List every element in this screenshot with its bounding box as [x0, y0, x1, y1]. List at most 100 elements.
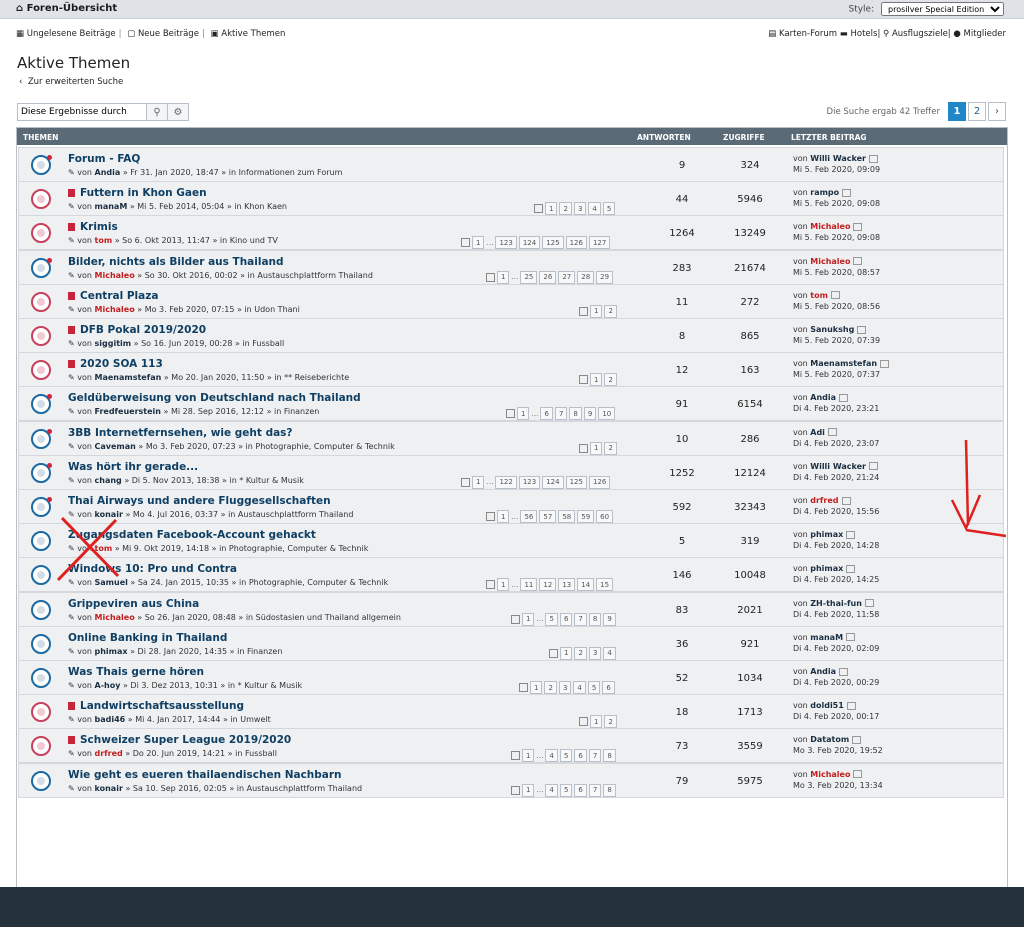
page-link[interactable]: 123	[518, 475, 541, 489]
table-row[interactable]: Grippeviren aus China ✎ von Michaleo » So…	[18, 591, 1004, 627]
page-link[interactable]: 1	[517, 407, 530, 421]
forum-link[interactable]: Austauschplattform Thailand	[247, 784, 362, 793]
page-link[interactable]: 122	[495, 475, 517, 489]
last-post-author-link[interactable]: Datatom	[810, 735, 849, 744]
page-link[interactable]: 1	[472, 236, 485, 250]
goto-post-icon[interactable]	[830, 291, 840, 300]
goto-post-icon[interactable]	[846, 564, 856, 573]
table-row[interactable]: Thai Airways und andere Fluggesellschaft…	[18, 489, 1004, 524]
page-link[interactable]: 1	[472, 475, 485, 489]
last-post-author-link[interactable]: phimax	[810, 530, 843, 539]
page-link[interactable]: 8	[588, 612, 602, 626]
forum-link[interactable]: Austauschplattform Thailand	[257, 271, 372, 280]
page-link[interactable]: 27	[558, 270, 576, 284]
page-link[interactable]: 28	[577, 270, 595, 284]
page-link[interactable]: 127	[588, 236, 611, 250]
page-link[interactable]: 6	[540, 407, 553, 421]
author-link[interactable]: Caveman	[95, 442, 136, 451]
forum-link[interactable]: Südostasien und Thailand allgemein	[256, 613, 401, 622]
next-page-icon[interactable]: ›	[988, 102, 1006, 121]
topic-title-link[interactable]: Grippeviren aus China	[68, 598, 199, 610]
last-post-author-link[interactable]: Willi Wacker	[810, 154, 866, 163]
table-row[interactable]: Online Banking in Thailand ✎ von phimax »…	[18, 625, 1004, 661]
forum-link[interactable]: * Kultur & Musik	[239, 476, 304, 485]
last-post-author-link[interactable]: Sanukshg	[810, 325, 854, 334]
goto-post-icon[interactable]	[852, 735, 862, 744]
topic-title-link[interactable]: Forum - FAQ	[68, 153, 140, 165]
topic-title-link[interactable]: Krimis	[68, 221, 118, 233]
author-link[interactable]: Michaleo	[95, 305, 135, 314]
page-link[interactable]: 4	[573, 681, 586, 694]
page-link[interactable]: 10	[598, 407, 616, 421]
page-link[interactable]: 13	[558, 578, 576, 592]
topic-title-link[interactable]: Landwirtschaftsausstellung	[68, 700, 244, 712]
page-link[interactable]: 2	[604, 373, 617, 387]
page-link[interactable]: 12	[539, 578, 557, 592]
page-link[interactable]: 1	[530, 681, 543, 694]
page-link[interactable]: 2	[604, 441, 617, 455]
last-post-author-link[interactable]: Andia	[810, 393, 836, 402]
goto-post-icon[interactable]	[853, 770, 863, 779]
table-row[interactable]: 2020 SOA 113 ✎ von Maenamstefan » Mo 20. …	[18, 352, 1004, 388]
author-link[interactable]: Maenamstefan	[95, 373, 162, 382]
page-link[interactable]: 1	[522, 749, 535, 763]
author-link[interactable]: konair	[95, 510, 123, 519]
forum-link[interactable]: Udon Thani	[254, 305, 300, 314]
topic-title-link[interactable]: Zugangsdaten Facebook-Account gehackt	[68, 529, 316, 541]
page-link[interactable]: 7	[574, 612, 587, 626]
goto-post-icon[interactable]	[842, 188, 852, 197]
last-post-author-link[interactable]: Michaleo	[810, 222, 850, 231]
page-link[interactable]: 11	[520, 578, 538, 592]
last-post-author-link[interactable]: Michaleo	[810, 770, 850, 779]
table-row[interactable]: Landwirtschaftsausstellung ✎ von badi46 »…	[18, 694, 1004, 730]
page-link[interactable]: 1	[590, 304, 603, 318]
author-link[interactable]: Michaleo	[95, 271, 135, 280]
page-link[interactable]: 5	[602, 202, 616, 216]
topic-title-link[interactable]: Geldüberweisung von Deutschland nach Tha…	[68, 392, 361, 404]
page-link[interactable]: 8	[603, 749, 616, 763]
page-link[interactable]: 25	[520, 270, 538, 284]
goto-post-icon[interactable]	[846, 530, 856, 539]
forum-link[interactable]: ** Reiseberichte	[284, 373, 349, 382]
page-link[interactable]: 126	[588, 475, 611, 489]
advanced-search-button[interactable]: ⚙	[168, 103, 189, 121]
author-link[interactable]: Samuel	[95, 578, 128, 587]
page-link[interactable]: 1	[590, 441, 603, 455]
topic-title-link[interactable]: Wie geht es eueren thailaendischen Nachb…	[68, 769, 342, 781]
page-link[interactable]: 56	[520, 510, 538, 523]
page-link[interactable]: 1	[497, 510, 510, 523]
forum-link[interactable]: Fussball	[245, 749, 277, 758]
map-forum-link[interactable]: ▤ Karten-Forum	[768, 29, 837, 39]
topic-title-link[interactable]: Was Thais gerne hören	[68, 666, 204, 678]
forum-link[interactable]: Informationen zum Forum	[239, 168, 343, 177]
goto-post-icon[interactable]	[868, 462, 878, 471]
author-link[interactable]: tom	[95, 236, 113, 245]
page-link[interactable]: 1	[545, 202, 558, 216]
page-link[interactable]: 5	[545, 612, 558, 626]
last-post-author-link[interactable]: Willi Wacker	[810, 462, 866, 471]
last-post-author-link[interactable]: doldi51	[810, 701, 844, 710]
page-link[interactable]: 59	[577, 510, 595, 523]
page-link[interactable]: 1	[560, 646, 573, 660]
page-link[interactable]: 1	[497, 270, 510, 284]
members-link[interactable]: ● Mitglieder	[953, 29, 1006, 39]
page-link[interactable]: 14	[577, 578, 595, 592]
topic-title-link[interactable]: Was hört ihr gerade...	[68, 461, 198, 473]
table-row[interactable]: Schweizer Super League 2019/2020 ✎ von dr…	[18, 728, 1004, 764]
forum-link[interactable]: Umwelt	[240, 715, 270, 724]
unread-posts-link[interactable]: ▦ Ungelesene Beiträge	[16, 29, 116, 39]
table-row[interactable]: DFB Pokal 2019/2020 ✎ von siggitim » So 1…	[18, 318, 1004, 353]
page-link[interactable]: 7	[588, 749, 602, 763]
home-link[interactable]: ⌂ Foren-Übersicht	[16, 3, 117, 14]
topic-title-link[interactable]: DFB Pokal 2019/2020	[68, 324, 206, 336]
page-link[interactable]: 4	[603, 646, 616, 660]
table-row[interactable]: Bilder, nichts als Bilder aus Thailand ✎ …	[18, 249, 1004, 285]
back-to-search-link[interactable]: ‹ Zur erweiterten Suche	[19, 77, 123, 87]
page-link[interactable]: 4	[545, 749, 558, 763]
table-row[interactable]: Geldüberweisung von Deutschland nach Tha…	[18, 386, 1004, 422]
page-link[interactable]: 3	[558, 681, 572, 694]
goto-post-icon[interactable]	[853, 257, 863, 266]
page-2[interactable]: 2	[968, 102, 986, 121]
page-link[interactable]: 26	[539, 270, 557, 284]
page-link[interactable]: 7	[588, 783, 602, 797]
